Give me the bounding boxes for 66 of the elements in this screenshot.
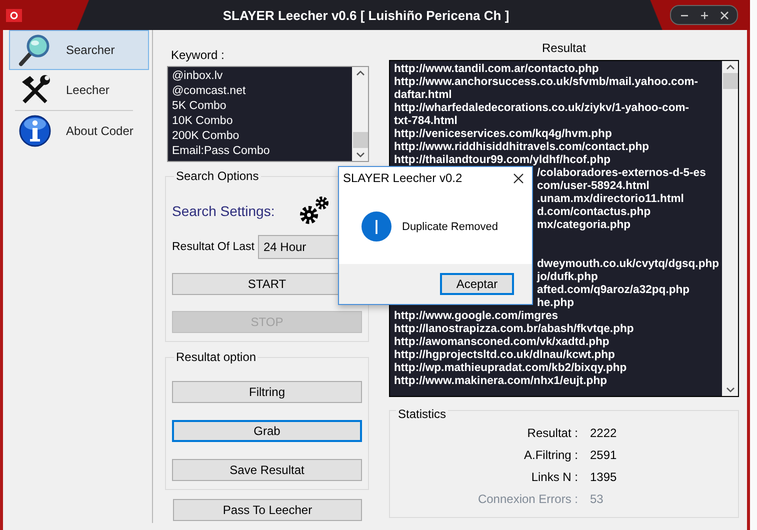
group-title: Search Options (174, 169, 261, 183)
app-icon (6, 8, 22, 22)
dialog-message: Duplicate Removed (402, 220, 498, 232)
stat-value: 2222 (590, 426, 617, 440)
scrollbar[interactable] (352, 67, 368, 161)
group-title: Resultat option (174, 350, 258, 364)
chevron-up-icon (726, 64, 734, 70)
result-line[interactable]: http://veniceservices.com/kq4g/hvm.php (394, 128, 612, 141)
result-line[interactable]: daftar.html (394, 89, 452, 102)
nav-label: About Coder (66, 124, 134, 138)
stat-label: Connexion Errors : (478, 492, 578, 506)
nav-item[interactable]: Leecher (9, 70, 149, 110)
dialog-title: SLAYER Leecher v0.2 (343, 171, 462, 185)
result-line[interactable]: http://thailandtour99.com/yldhf/hcof.php (394, 154, 611, 167)
result-line[interactable]: http://hgprojectsltd.co.uk/dlnau/kcwt.php (394, 349, 615, 362)
scrollbar-thumb[interactable] (352, 132, 368, 148)
stat-label: Resultat : (527, 426, 578, 440)
info-icon (18, 114, 52, 148)
result-line[interactable]: http://awomansconed.com/vk/xadtd.php (394, 336, 610, 349)
magnifier-icon (18, 33, 52, 67)
stat-value: 1395 (590, 470, 617, 484)
action-button[interactable]: Grab (172, 420, 362, 442)
list-item[interactable]: @inbox.lv (172, 69, 348, 84)
nav-label: Searcher (66, 43, 115, 57)
settings-label: Search Settings: (172, 203, 275, 219)
stat-value: 53 (590, 492, 604, 506)
stat-label: Links N : (531, 470, 578, 484)
stat-value: 2591 (590, 448, 617, 462)
ok-button[interactable]: Aceptar (440, 273, 514, 295)
list-item[interactable]: 5K Combo (172, 99, 348, 114)
nav-item[interactable]: About Coder (9, 111, 149, 151)
chevron-down-icon (726, 387, 734, 393)
list-item[interactable]: @comcast.net (172, 84, 348, 99)
result-line[interactable]: http://www.riddhisiddhitravels.com/contact.php (394, 141, 650, 154)
action-button[interactable]: Filtring (172, 381, 362, 403)
chevron-up-icon (356, 70, 364, 76)
result-line[interactable]: http://wharfedaledecorations.co.uk/ziykv/1-yahoo-com- (394, 102, 690, 115)
scrollbar[interactable] (722, 61, 738, 396)
window-title: SLAYER Leecher v0.6 [ Luishiño Pericena Ch ] (222, 8, 510, 22)
nav-label: Leecher (66, 83, 110, 97)
close-button[interactable] (513, 172, 524, 184)
keyword-list[interactable]: @inbox.lv @comcast.net 5K Combo 10K Combo 200K Combo Email:Pass Combo (167, 66, 369, 162)
results-label: Resultat (540, 41, 588, 55)
result-line[interactable]: http://www.makinera.com/nhx1/eujt.php (394, 375, 607, 388)
close-icon (720, 10, 728, 20)
nav-item[interactable]: Searcher (9, 30, 149, 70)
list-item[interactable]: 10K Combo (172, 114, 348, 129)
result-line[interactable]: http://www.tandil.com.ar/contacto.php (394, 63, 599, 76)
chevron-down-icon (356, 152, 364, 158)
stat-label: A.Filtring : (524, 448, 578, 462)
info-icon (361, 211, 392, 242)
result-line[interactable]: http://wp.mathieupradat.com/kb2/bixqy.php (394, 362, 627, 375)
result-line[interactable]: txt-784.html (394, 115, 458, 128)
action-button[interactable]: Save Resultat (172, 459, 362, 481)
list-item[interactable]: Email:Pass Combo (172, 144, 348, 159)
plus-icon (700, 10, 708, 20)
result-line[interactable]: http://lanostrapizza.com.br/abash/fkvtqe.php (394, 323, 634, 336)
period-label: Resultat Of Last (172, 241, 254, 253)
pass-button[interactable]: Pass To Leecher (173, 499, 362, 521)
scrollbar-thumb[interactable] (722, 73, 738, 89)
close-icon (513, 172, 524, 184)
keyword-label: Keyword : (171, 48, 226, 62)
list-item[interactable]: 200K Combo (172, 129, 348, 144)
result-line[interactable]: http://www.google.com/imgres (394, 310, 558, 323)
group-title: Statistics (396, 407, 448, 421)
result-line[interactable]: http://www.anchorsuccess.co.uk/sfvmb/mail.yahoo.com- (394, 76, 698, 89)
